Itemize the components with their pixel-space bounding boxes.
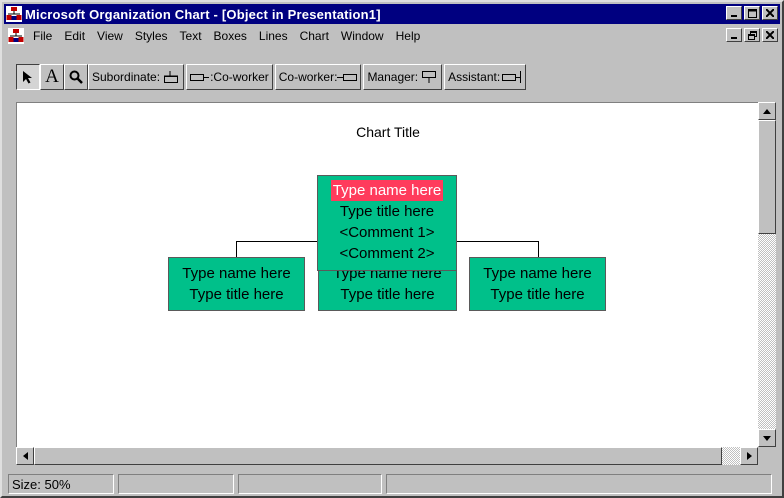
status-panel-3 <box>238 474 382 494</box>
arrow-down-icon <box>763 435 771 441</box>
scroll-right-button[interactable] <box>740 447 758 465</box>
subordinate-label: Subordinate: <box>92 70 161 84</box>
maximize-button[interactable] <box>744 6 760 20</box>
connector-left-vertical <box>236 241 237 257</box>
vertical-scrollbar[interactable] <box>758 102 776 447</box>
arrow-left-icon <box>22 452 28 460</box>
chart-canvas[interactable]: Chart Title Type name here Type title he… <box>16 102 758 447</box>
manager-name-selected[interactable]: Type name here <box>330 180 444 201</box>
scroll-left-button[interactable] <box>16 447 34 465</box>
manager-icon <box>422 71 437 83</box>
menu-boxes[interactable]: Boxes <box>208 29 253 43</box>
manager-label: Manager: <box>367 70 419 84</box>
connector-right-vertical <box>538 241 539 257</box>
menu-window[interactable]: Window <box>335 29 390 43</box>
coworker-right-icon <box>337 74 358 81</box>
subordinate-name: Type name here <box>182 265 291 282</box>
subordinate-name: Type name here <box>483 265 592 282</box>
doc-minimize-button[interactable] <box>726 28 742 42</box>
menu-view[interactable]: View <box>91 29 129 43</box>
assistant-label: Assistant: <box>448 70 501 84</box>
menu-edit[interactable]: Edit <box>58 29 91 43</box>
menu-styles[interactable]: Styles <box>129 29 174 43</box>
minimize-icon <box>731 15 737 17</box>
menu-file[interactable]: File <box>27 29 58 43</box>
connector-left-horizontal <box>236 241 318 242</box>
assistant-tool-button[interactable]: Assistant: <box>444 64 527 90</box>
arrow-up-icon <box>763 108 771 114</box>
subordinate-tool-button[interactable]: Subordinate: <box>88 64 185 90</box>
window-title: Microsoft Organization Chart - [Object i… <box>25 6 381 22</box>
arrow-pointer-icon <box>23 71 32 84</box>
scroll-down-button[interactable] <box>758 429 776 447</box>
coworker-right-tool-button[interactable]: Co-worker: <box>274 64 362 90</box>
scroll-up-button[interactable] <box>758 102 776 120</box>
subordinate-box-left[interactable]: Type name here Type title here <box>168 257 305 311</box>
horizontal-scrollbar[interactable] <box>16 447 758 465</box>
coworker-left-label: :Co-worker <box>210 70 269 84</box>
maximize-icon <box>747 8 757 18</box>
menu-text[interactable]: Text <box>174 29 208 43</box>
close-button[interactable] <box>762 6 778 20</box>
document-menu-icon[interactable] <box>8 28 24 44</box>
menu-lines[interactable]: Lines <box>253 29 294 43</box>
title-bar[interactable]: Microsoft Organization Chart - [Object i… <box>4 4 780 24</box>
toolbar: A Subordinate: :Co-worker Co-worker: Man… <box>4 62 780 92</box>
manager-comment-2[interactable]: <Comment 2> <box>318 243 456 264</box>
horizontal-scroll-thumb[interactable] <box>34 447 722 465</box>
close-icon <box>766 9 774 17</box>
manager-box[interactable]: Type name here Type title here <Comment … <box>317 175 457 271</box>
subordinate-icon <box>164 71 179 83</box>
text-tool-button[interactable]: A <box>40 64 64 90</box>
coworker-left-tool-button[interactable]: :Co-worker <box>186 64 273 90</box>
minimize-button[interactable] <box>726 6 742 20</box>
manager-tool-button[interactable]: Manager: <box>363 64 443 90</box>
magnifier-icon <box>69 70 83 84</box>
status-panel-2 <box>118 474 234 494</box>
menu-bar: File Edit View Styles Text Boxes Lines C… <box>4 26 780 46</box>
zoom-size-label: Size: 50% <box>12 476 71 492</box>
coworker-left-icon <box>190 74 210 81</box>
document-controls <box>724 28 778 42</box>
close-icon <box>766 31 774 39</box>
coworker-right-label: Co-worker: <box>278 70 338 84</box>
doc-close-button[interactable] <box>762 28 778 42</box>
doc-restore-button[interactable] <box>744 28 760 42</box>
subordinate-title: Type title here <box>490 286 585 303</box>
zoom-tool-button[interactable] <box>64 64 88 90</box>
vertical-scroll-thumb[interactable] <box>758 120 776 234</box>
connector-right-horizontal <box>456 241 538 242</box>
subordinate-title: Type title here <box>189 286 284 303</box>
status-bar: Size: 50% <box>4 472 780 496</box>
assistant-icon <box>502 71 522 83</box>
select-tool-button[interactable] <box>16 64 40 90</box>
window-controls <box>724 6 778 20</box>
manager-comment-1[interactable]: <Comment 1> <box>318 222 456 243</box>
menu-chart[interactable]: Chart <box>294 29 335 43</box>
menu-help[interactable]: Help <box>390 29 427 43</box>
subordinate-box-right[interactable]: Type name here Type title here <box>469 257 606 311</box>
text-tool-icon: A <box>45 66 59 87</box>
minimize-icon <box>731 37 737 39</box>
org-chart-icon <box>6 6 22 22</box>
subordinate-title: Type title here <box>340 286 435 303</box>
chart-title[interactable]: Chart Title <box>17 124 759 140</box>
app-window: Microsoft Organization Chart - [Object i… <box>0 0 784 498</box>
manager-title[interactable]: Type title here <box>318 201 456 222</box>
restore-icon <box>747 30 757 40</box>
arrow-right-icon <box>746 452 752 460</box>
status-panel-4 <box>386 474 772 494</box>
zoom-size-status: Size: 50% <box>8 474 114 494</box>
